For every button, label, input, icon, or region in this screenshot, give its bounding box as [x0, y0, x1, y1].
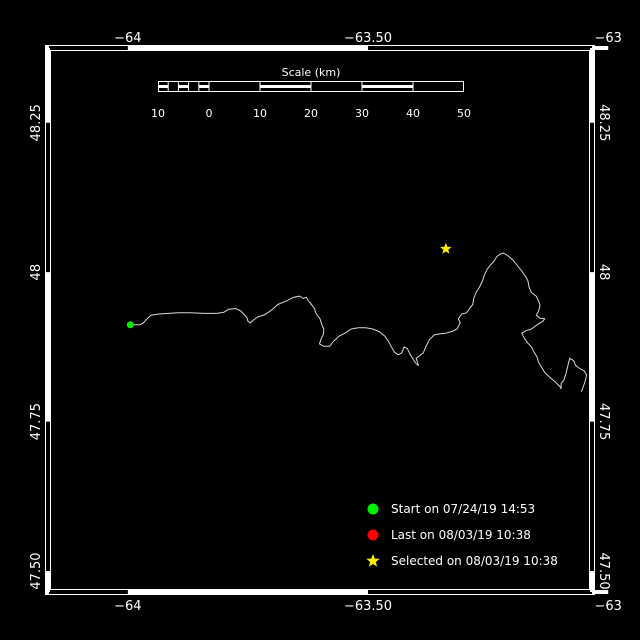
scale-bar-label: 10	[253, 107, 267, 120]
x-tick-label-top: −63	[594, 31, 621, 46]
scale-bar-label: 0	[206, 107, 213, 120]
legend: Start on 07/24/19 14:53 Last on 08/03/19…	[366, 502, 558, 568]
legend-selected-label: Selected on 08/03/19 10:38	[391, 554, 558, 568]
y-tick-label-left: 47.50	[29, 552, 44, 589]
scale-bar-segment	[158, 85, 169, 88]
scale-bar-label: 50	[457, 107, 471, 120]
y-tick-label-left: 48.25	[29, 104, 44, 141]
scale-bar-label: 40	[406, 107, 420, 120]
x-tick-label-top: −63.50	[344, 31, 392, 46]
scale-bar-segment	[178, 85, 189, 88]
y-tick-label-right: 48	[596, 264, 611, 281]
y-tick-label-right: 47.50	[596, 552, 611, 589]
x-tick-label-top: −64	[114, 31, 141, 46]
x-tick-label-bottom: −63.50	[344, 599, 392, 614]
y-tick-label-left: 48	[29, 264, 44, 281]
start-marker	[126, 321, 134, 329]
y-tick-label-right: 48.25	[596, 104, 611, 141]
scale-bar-title: Scale (km)	[282, 66, 341, 79]
legend-start-label: Start on 07/24/19 14:53	[391, 502, 535, 516]
scale-bar-label: 20	[304, 107, 318, 120]
legend-last-dot	[367, 529, 379, 541]
x-tick-label-bottom: −64	[114, 599, 141, 614]
y-tick-label-right: 47.75	[596, 403, 611, 440]
y-tick-label-left: 47.75	[29, 403, 44, 440]
legend-start-dot	[367, 503, 379, 515]
legend-last-label: Last on 08/03/19 10:38	[391, 528, 531, 542]
scale-bar-label: 30	[355, 107, 369, 120]
scale-bar-segment	[260, 85, 311, 88]
map-figure: −64 −63.50 −63 −64 −63.50 −63 48.25 48 4…	[0, 0, 640, 640]
scale-bar-segment	[198, 85, 209, 88]
scale-bar-segment	[362, 85, 413, 88]
x-tick-label-bottom: −63	[594, 599, 621, 614]
scale-bar-label: 10	[151, 107, 165, 120]
